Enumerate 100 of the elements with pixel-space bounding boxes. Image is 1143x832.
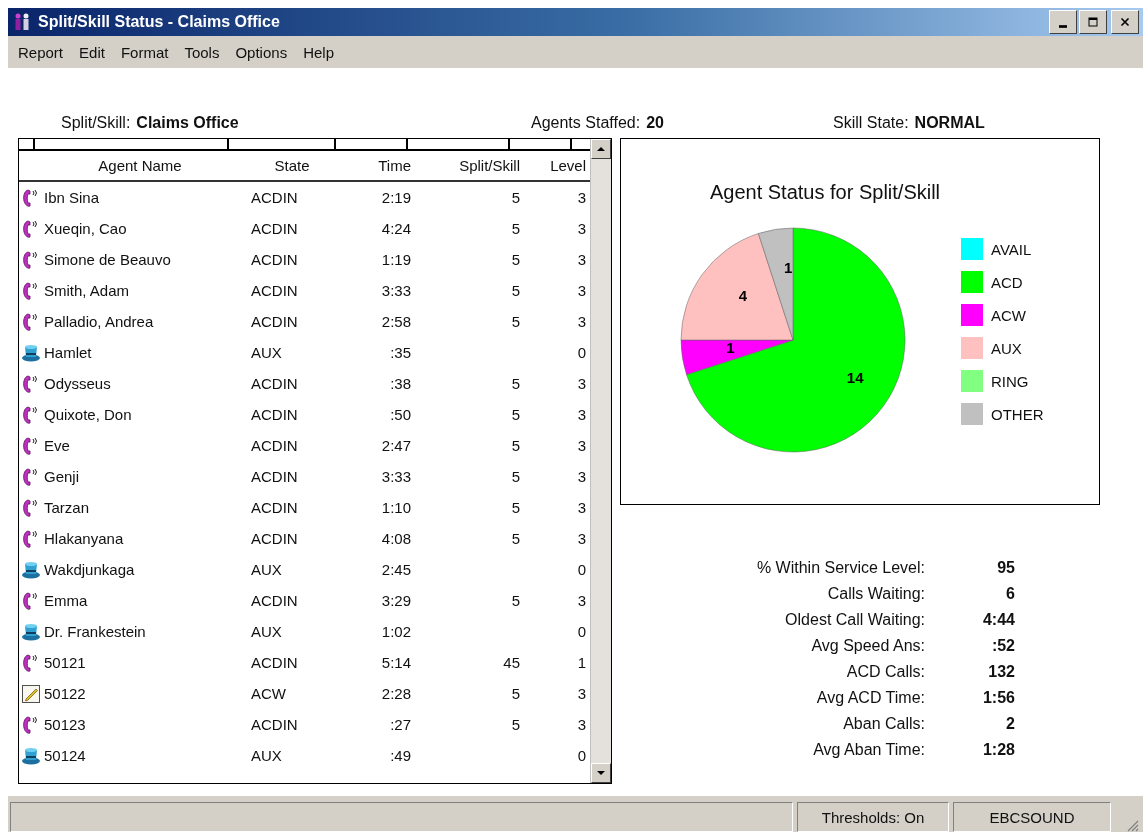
table-cell-text: ACDIN	[251, 499, 299, 516]
column-header[interactable]: Agent Name	[19, 157, 251, 174]
table-cell-text: 5	[510, 220, 520, 237]
stat-value: 1:56	[981, 689, 1015, 707]
maximize-button[interactable]	[1079, 10, 1107, 34]
table-cell-text: 4:24	[380, 220, 411, 237]
table-cell-text: ACDIN	[251, 592, 299, 609]
table-cell-text: ACW	[251, 685, 287, 702]
table-cell-text: 2:45	[380, 561, 411, 578]
table-cell-text: 0	[576, 747, 586, 764]
table-cell-text: 3	[576, 313, 586, 330]
table-cell: Emma	[44, 592, 88, 609]
field-value: Claims Office	[136, 114, 239, 132]
table-cell: 50121	[44, 654, 86, 671]
legend-label: AVAIL	[991, 240, 1032, 258]
table-cell: Genji	[44, 468, 80, 485]
table-cell-text: 5	[510, 189, 520, 206]
table-cell-text: 3	[576, 716, 586, 733]
down-arrow-icon	[596, 770, 606, 776]
column-header[interactable]: State	[251, 157, 333, 174]
menu-item[interactable]: Options	[227, 41, 296, 63]
top-hat-icon	[21, 342, 41, 363]
table-cell-text: ACDIN	[251, 251, 299, 268]
stat-value: 6	[1005, 585, 1015, 603]
stat-label: Calls Waiting:	[826, 585, 925, 603]
stat-value: 2	[1005, 715, 1015, 733]
table-cell-text: 5	[510, 530, 520, 547]
close-button[interactable]	[1111, 10, 1139, 34]
table-cell-text: 3	[576, 530, 586, 547]
table-cell-text: 2:58	[380, 313, 411, 330]
table-cell-text: :35	[389, 344, 411, 361]
table-cell-text: 1:10	[380, 499, 411, 516]
legend-label: AUX	[991, 339, 1022, 357]
table-cell: Smith, Adam	[44, 282, 130, 299]
stat-label: Avg ACD Time:	[815, 689, 925, 707]
table-cell-text: 5:14	[380, 654, 411, 671]
legend-label: ACD	[991, 273, 1023, 291]
column-header[interactable]: Level	[520, 157, 586, 174]
table-cell: Tarzan	[44, 499, 90, 516]
column-header[interactable]: Time	[333, 157, 411, 174]
table-cell-text: ACDIN	[251, 220, 299, 237]
table-cell-text: :38	[389, 375, 411, 392]
stat-label: Avg Aban Time:	[812, 741, 925, 759]
table-cell-text: :49	[389, 747, 411, 764]
table-cell-text: 3	[576, 251, 586, 268]
table-cell-text: 3	[576, 375, 586, 392]
up-arrow-icon	[596, 146, 606, 152]
minimize-icon	[1059, 24, 1067, 28]
table-cell: Xueqin, Cao	[44, 220, 127, 237]
table-cell-text: ACDIN	[251, 189, 299, 206]
table-cell-text: 3:29	[380, 592, 411, 609]
column-header[interactable]: Split/Skill	[411, 157, 520, 174]
scrollbar[interactable]	[590, 139, 611, 783]
data-label: 14	[846, 368, 864, 386]
table-cell-text: ACDIN	[251, 406, 299, 423]
table-cell-text: ACDIN	[251, 654, 299, 671]
table-cell-text: 5	[510, 592, 520, 609]
stat-value: :52	[990, 637, 1015, 655]
table-cell: Hlakanyana	[44, 530, 124, 547]
stat-label: Oldest Call Waiting:	[784, 611, 925, 629]
table-cell-text: 5	[510, 251, 520, 268]
menu-item[interactable]: Edit	[71, 41, 113, 63]
menu-item[interactable]: Help	[295, 41, 342, 63]
field-label: Agents Staffed:	[531, 114, 641, 132]
stat-label: Aban Calls:	[842, 715, 925, 733]
resize-grip-icon	[1125, 818, 1139, 832]
scroll-down-button[interactable]	[591, 763, 611, 783]
table-cell: Wakdjunkaga	[44, 561, 135, 578]
table-cell: Simone de Beauvo	[44, 251, 171, 268]
data-label: 1	[783, 259, 793, 277]
table-cell-text: ACDIN	[251, 530, 299, 547]
scroll-up-button[interactable]	[591, 139, 611, 159]
top-hat-icon	[21, 559, 41, 580]
table-cell-text: 0	[576, 344, 586, 361]
table-cell-text: 3	[576, 220, 586, 237]
top-hat-icon	[21, 745, 41, 766]
table-cell-text: 5	[510, 499, 520, 516]
status-panel: EBCSOUND	[953, 802, 1111, 832]
table-cell-text: 5	[510, 437, 520, 454]
stat-value: 95	[996, 559, 1015, 577]
menu-item[interactable]: Format	[112, 41, 177, 63]
table-cell-text: 3	[576, 406, 586, 423]
table-cell-text: 5	[510, 406, 520, 423]
table-cell-text: ACDIN	[251, 375, 299, 392]
stat-value: 132	[987, 663, 1015, 681]
table-cell-text: AUX	[251, 561, 283, 578]
table-cell-text: 5	[510, 313, 520, 330]
table-cell: Dr. Frankestein	[44, 623, 146, 640]
menu-item[interactable]: Report	[10, 41, 72, 63]
status-panel: Thresholds: On	[797, 802, 949, 832]
table-cell: Quixote, Don	[44, 406, 132, 423]
notepad-pencil-icon	[21, 683, 41, 704]
stat-label: % Within Service Level:	[755, 559, 925, 577]
table-cell: Hamlet	[44, 344, 92, 361]
minimize-button[interactable]	[1049, 10, 1077, 34]
menu-item[interactable]: Tools	[176, 41, 228, 63]
data-label: 1	[726, 338, 735, 356]
table-cell: Odysseus	[44, 375, 111, 392]
table-cell-text: 3	[576, 468, 586, 485]
stat-value: 4:44	[981, 611, 1015, 629]
